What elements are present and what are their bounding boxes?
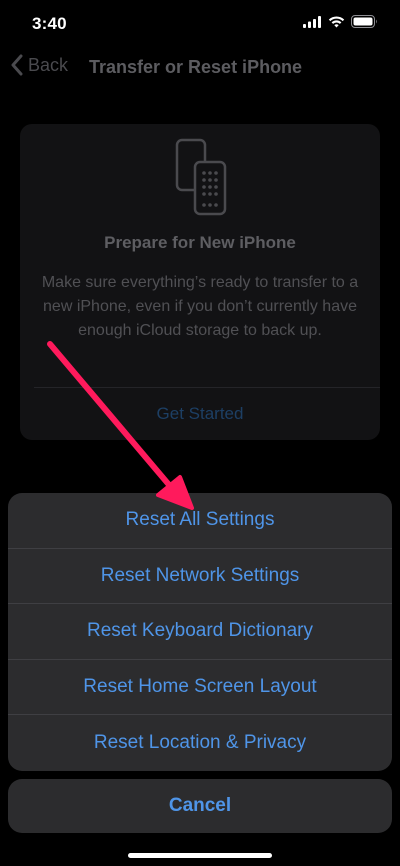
card-description: Make sure everything’s ready to transfer… <box>41 274 359 339</box>
battery-icon <box>351 15 377 28</box>
back-label: Back <box>28 54 69 75</box>
cellular-signal-icon <box>303 15 321 28</box>
screen: 3:40 Back Transfer or Reset iPhone Prepa… <box>0 0 400 866</box>
status-icons <box>303 15 378 28</box>
page-title: Transfer or Reset iPhone <box>89 57 303 77</box>
card-title: Prepare for New iPhone <box>104 233 296 252</box>
reset-location-privacy-button[interactable]: Reset Location & Privacy <box>8 715 392 771</box>
status-bar: 3:40 <box>0 0 400 48</box>
reset-network-settings-button[interactable]: Reset Network Settings <box>8 549 392 605</box>
prepare-card: Prepare for New iPhone Make sure everyth… <box>20 124 380 440</box>
chevron-left-icon <box>11 54 23 76</box>
status-time: 3:40 <box>32 14 67 33</box>
back-button[interactable]: Back <box>10 54 68 76</box>
get-started-link[interactable]: Get Started <box>20 404 380 424</box>
card-divider <box>34 387 380 388</box>
reset-action-sheet: Reset All Settings Reset Network Setting… <box>8 493 392 771</box>
reset-home-screen-layout-button[interactable]: Reset Home Screen Layout <box>8 660 392 716</box>
navigation-bar: Back Transfer or Reset iPhone <box>0 48 400 88</box>
cancel-button[interactable]: Cancel <box>8 779 392 833</box>
reset-all-settings-button[interactable]: Reset All Settings <box>8 493 392 549</box>
reset-keyboard-dictionary-button[interactable]: Reset Keyboard Dictionary <box>8 604 392 660</box>
wifi-icon <box>328 15 345 27</box>
home-indicator[interactable] <box>128 853 272 858</box>
transfer-phones-icon <box>175 138 227 216</box>
